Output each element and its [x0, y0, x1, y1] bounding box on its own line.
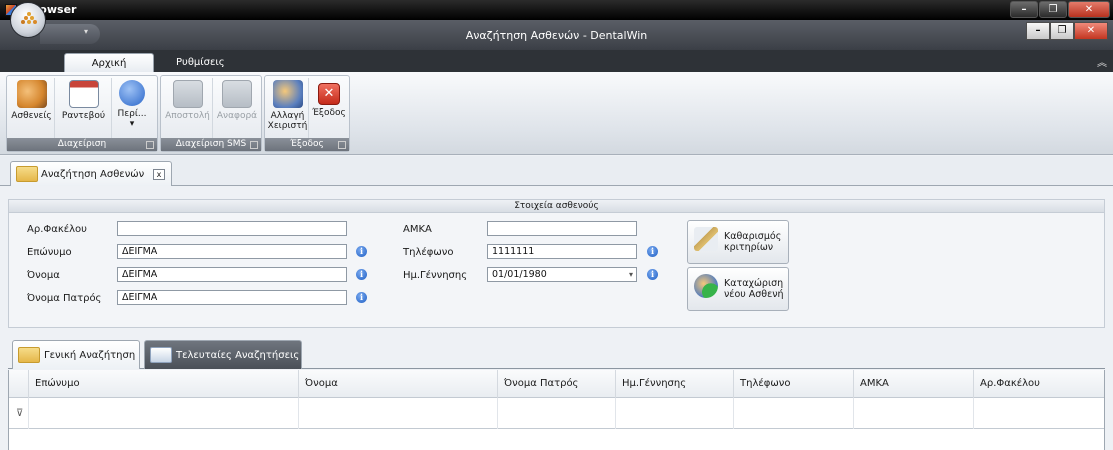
folder-search-icon: [18, 347, 40, 363]
amka-label: ΑΜΚΑ: [403, 224, 432, 235]
group-sms-label: Διαχείριση SMS: [161, 138, 261, 151]
document-tab-strip: Αναζήτηση Ασθενών x: [0, 156, 1113, 186]
app-window-controls: – ❐ ✕: [1026, 22, 1108, 40]
add-user-icon: [694, 274, 718, 298]
group-exit: Αλλαγή Χειριστή ✕ Έξοδος Έξοδος: [264, 75, 350, 152]
surname-label: Επώνυμο: [27, 247, 72, 258]
filter-cell[interactable]: [28, 398, 298, 429]
patients-button[interactable]: Ασθενείς: [9, 78, 55, 138]
calendar-icon: [68, 80, 99, 108]
row-indicator-header: [9, 370, 28, 398]
os-maximize-button[interactable]: ❐: [1039, 1, 1067, 18]
amka-input[interactable]: [487, 221, 637, 236]
info-icon[interactable]: i: [647, 246, 658, 257]
phone-input[interactable]: 1111111: [487, 244, 637, 259]
document-tab-label: Αναζήτηση Ασθενών: [41, 169, 145, 180]
close-icon[interactable]: x: [153, 169, 165, 180]
name-label: Όνομα: [27, 270, 60, 281]
os-title-bar: browser – ❐ ✕: [0, 0, 1113, 20]
tab-home[interactable]: Αρχική: [64, 53, 154, 72]
filter-cell[interactable]: [615, 398, 733, 429]
folder-user-icon: [16, 166, 38, 182]
filter-icon: ⊽: [16, 408, 24, 419]
sms-report-icon: [222, 80, 252, 108]
user-key-icon: [272, 80, 303, 108]
group-management-label: Διαχείριση: [7, 138, 157, 151]
application-menu-button[interactable]: [10, 2, 46, 38]
birth-date-picker[interactable]: 01/01/1980 ▾: [487, 267, 637, 282]
father-name-label: Όνομα Πατρός: [27, 293, 102, 304]
results-grid: Επώνυμο Όνομα Όνομα Πατρός Ημ.Γέννησης Τ…: [8, 370, 1105, 450]
column-header[interactable]: Επώνυμο: [28, 370, 298, 398]
info-icon[interactable]: i: [356, 269, 367, 280]
document-tab-patient-search[interactable]: Αναζήτηση Ασθενών x: [10, 161, 172, 186]
app-close-button[interactable]: ✕: [1074, 22, 1108, 40]
exit-icon: ✕: [318, 83, 340, 105]
filter-cell[interactable]: [497, 398, 615, 429]
grid-header: Επώνυμο Όνομα Όνομα Πατρός Ημ.Γέννησης Τ…: [9, 370, 1104, 398]
filter-cell[interactable]: [853, 398, 973, 429]
patient-details-panel: Στοιχεία ασθενούς Αρ.Φακέλου Επώνυμο ΔΕΙ…: [8, 199, 1105, 328]
phone-label: Τηλέφωνο: [403, 247, 454, 258]
folder-number-input[interactable]: [117, 221, 347, 236]
info-icon: [119, 80, 145, 106]
panel-header: Στοιχεία ασθενούς: [9, 200, 1104, 213]
filter-cell[interactable]: [973, 398, 1104, 429]
column-header[interactable]: Όνομα: [298, 370, 497, 398]
sms-send-icon: [172, 80, 203, 108]
column-header[interactable]: Ημ.Γέννησης: [615, 370, 733, 398]
ribbon: Ασθενείς Ραντεβού Περί... ▾ Διαχείριση Απ…: [0, 72, 1113, 155]
chevron-down-icon[interactable]: ▾: [629, 268, 633, 281]
info-icon[interactable]: i: [356, 246, 367, 257]
column-header[interactable]: Όνομα Πατρός: [497, 370, 615, 398]
group-launcher-icon[interactable]: [146, 141, 154, 149]
os-window-controls: – ❐ ✕: [1010, 1, 1110, 18]
broom-icon: [694, 227, 718, 251]
appointments-button[interactable]: Ραντεβού: [56, 78, 112, 138]
app-window-title: Αναζήτηση Ασθενών - DentalWin: [465, 29, 648, 42]
app-maximize-button[interactable]: ❐: [1050, 22, 1074, 40]
info-icon[interactable]: i: [356, 292, 367, 303]
about-button[interactable]: Περί... ▾: [113, 78, 151, 138]
tab-settings[interactable]: Ρυθμίσεις: [162, 53, 239, 72]
search-tab-strip: Γενική Αναζήτηση Τελευταίες Αναζητήσεις: [8, 337, 1105, 369]
column-header[interactable]: Τηλέφωνο: [733, 370, 853, 398]
os-close-button[interactable]: ✕: [1068, 1, 1110, 18]
app-minimize-button[interactable]: –: [1026, 22, 1050, 40]
tab-general-search[interactable]: Γενική Αναζήτηση: [12, 340, 140, 369]
app-title-bar: ▾ Αναζήτηση Ασθενών - DentalWin – ❐ ✕: [0, 20, 1113, 50]
exit-button[interactable]: ✕ Έξοδος: [309, 78, 349, 138]
ribbon-collapse-icon[interactable]: ︽: [1097, 54, 1107, 69]
group-launcher-icon[interactable]: [338, 141, 346, 149]
birth-date-label: Ημ.Γέννησης: [403, 270, 468, 281]
sms-report-button[interactable]: Αναφορά: [213, 78, 261, 138]
change-operator-button[interactable]: Αλλαγή Χειριστή: [267, 78, 309, 138]
column-header[interactable]: Αρ.Φακέλου: [973, 370, 1104, 398]
surname-input[interactable]: ΔΕΙΓΜΑ: [117, 244, 347, 259]
column-header[interactable]: ΑΜΚΑ: [853, 370, 973, 398]
name-input[interactable]: ΔΕΙΓΜΑ: [117, 267, 347, 282]
filter-cell[interactable]: [298, 398, 497, 429]
group-management: Ασθενείς Ραντεβού Περί... ▾ Διαχείριση: [6, 75, 158, 152]
tab-recent-searches[interactable]: Τελευταίες Αναζητήσεις: [144, 340, 302, 369]
birth-date-value: 01/01/1980: [492, 269, 547, 280]
history-search-icon: [150, 347, 172, 363]
patients-icon: [16, 80, 47, 108]
father-name-input[interactable]: ΔΕΙΓΜΑ: [117, 290, 347, 305]
clear-criteria-button[interactable]: Καθαρισμός κριτηρίων: [687, 220, 789, 264]
info-icon[interactable]: i: [647, 269, 658, 280]
os-minimize-button[interactable]: –: [1010, 1, 1038, 18]
app-logo-icon: [21, 12, 37, 24]
folder-number-label: Αρ.Φακέλου: [27, 224, 87, 235]
new-patient-button[interactable]: Καταχώριση νέου Ασθενή: [687, 267, 789, 311]
group-launcher-icon[interactable]: [250, 141, 258, 149]
group-exit-label: Έξοδος: [265, 138, 349, 151]
filter-row[interactable]: ⊽: [9, 398, 1104, 429]
about-dropdown-icon: ▾: [129, 119, 135, 129]
sms-send-button[interactable]: Αποστολή: [163, 78, 213, 138]
ribbon-tab-row: Αρχική Ρυθμίσεις ︽: [0, 50, 1113, 72]
group-sms: Αποστολή Αναφορά Διαχείριση SMS: [160, 75, 262, 152]
filter-cell[interactable]: [733, 398, 853, 429]
